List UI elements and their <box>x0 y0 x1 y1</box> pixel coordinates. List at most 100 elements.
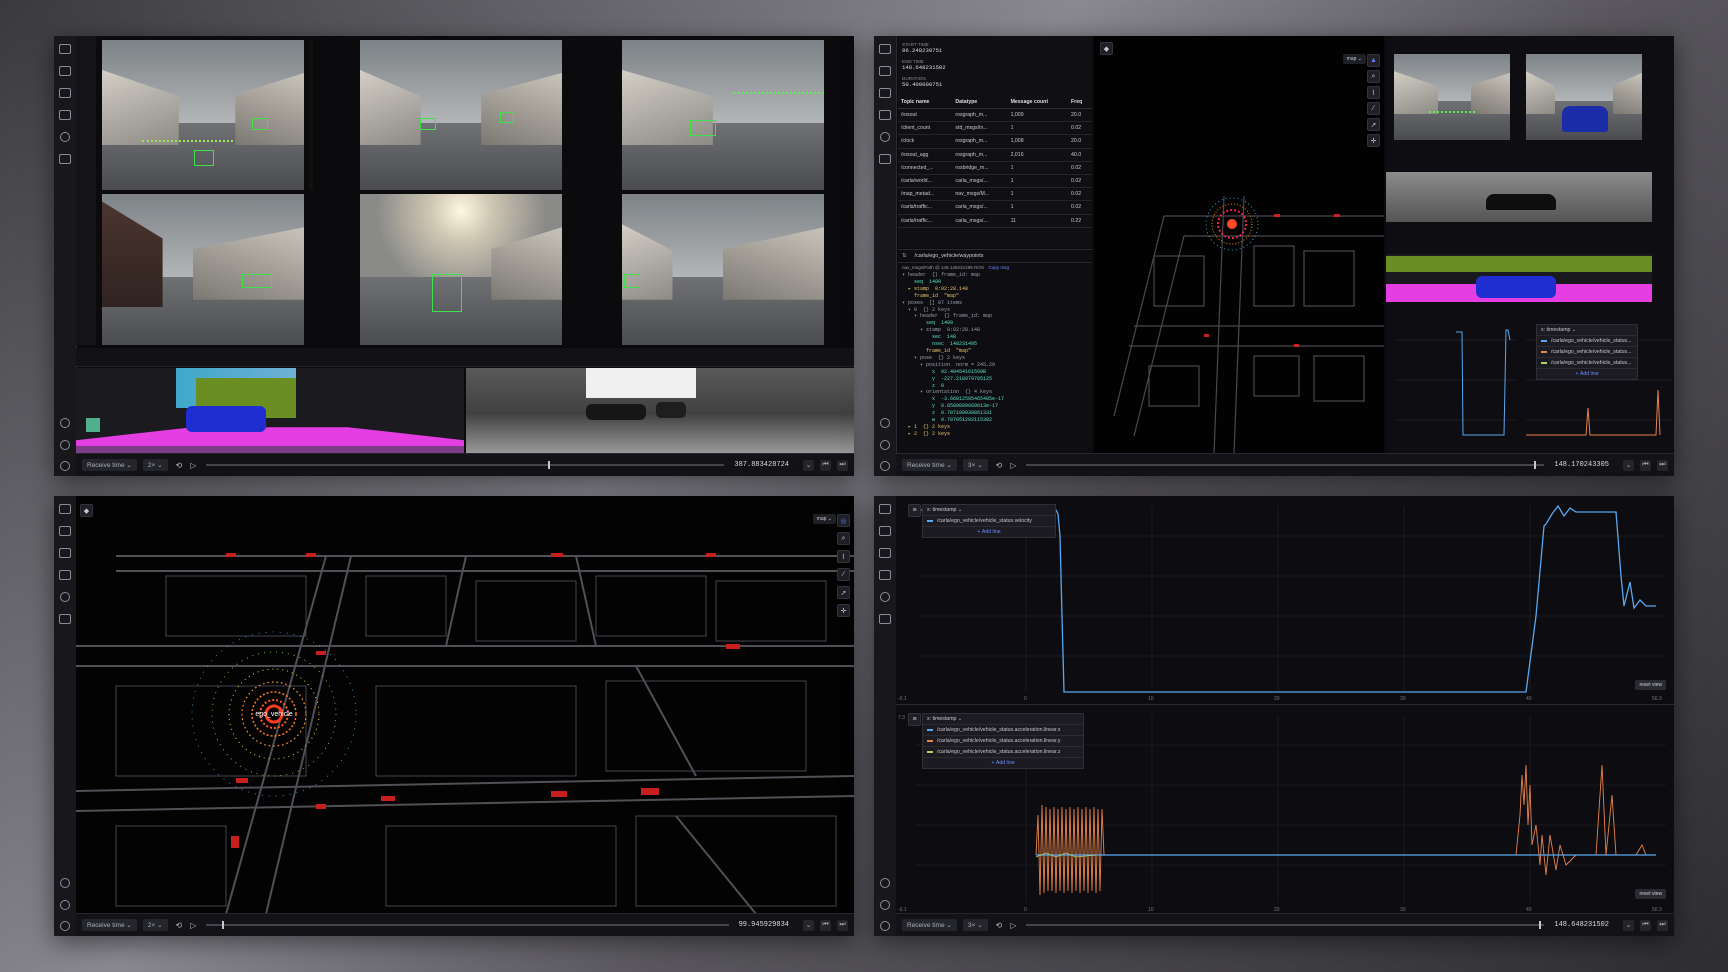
col-freq[interactable]: Freq <box>1068 96 1092 109</box>
settings-icon[interactable] <box>880 921 890 931</box>
variables-icon[interactable] <box>880 592 890 602</box>
tree-line[interactable]: z 0.707109030861331 <box>902 410 1088 417</box>
tree-line[interactable]: z 0 <box>902 383 1088 390</box>
more-icon[interactable]: ⌄ <box>803 919 814 931</box>
monitor-icon[interactable] <box>59 88 71 98</box>
x-axis-select[interactable]: x: timestamp ⌄ <box>923 505 1055 515</box>
tree-line[interactable]: seq 1400 <box>902 279 1088 286</box>
play-icon[interactable]: ▷ <box>1010 921 1016 930</box>
monitor-icon[interactable] <box>879 88 891 98</box>
loop-icon[interactable]: ⟲ <box>996 921 1003 930</box>
note-icon[interactable] <box>879 570 891 580</box>
ruler-icon[interactable]: ∕ <box>837 568 850 581</box>
panel-list-icon[interactable] <box>59 66 71 76</box>
time-source-select[interactable]: Receive time ⌄ <box>902 919 957 931</box>
table-row[interactable]: /carla/traffic... carla_msgs/... 1 0.02 <box>898 200 1092 215</box>
tree-line[interactable]: seq 1400 <box>902 320 1088 327</box>
seek-forward-icon[interactable]: ⏭ <box>1657 459 1668 471</box>
plot-menu-icon[interactable]: ≡ <box>908 713 921 726</box>
time-source-select[interactable]: Receive time ⌄ <box>82 459 137 471</box>
panel-layout-icon[interactable] <box>879 504 891 514</box>
legend-series[interactable]: /carla/ego_vehicle/vehicle_status... <box>1537 346 1637 357</box>
panel-list-icon[interactable] <box>59 526 71 536</box>
legend-series[interactable]: /carla/ego_vehicle/vehicle_status... <box>1537 335 1637 346</box>
monitor-icon[interactable] <box>59 548 71 558</box>
navigation-icon[interactable]: ◎ <box>837 514 850 527</box>
seek-back-icon[interactable]: ⏮ <box>1640 459 1651 471</box>
tree-line[interactable]: ▾ stamp 0:02:28.148 <box>902 327 1088 334</box>
extensions-icon[interactable] <box>879 154 891 164</box>
x-axis-select[interactable]: x: timestamp ⌄ <box>1537 325 1637 335</box>
panel-list-icon[interactable] <box>879 66 891 76</box>
seek-forward-icon[interactable]: ⏭ <box>837 919 848 931</box>
play-icon[interactable]: ▷ <box>190 921 196 930</box>
speed-select[interactable]: 2× ⌄ <box>142 459 168 471</box>
play-icon[interactable]: ▷ <box>190 461 196 470</box>
settings-icon[interactable] <box>60 461 70 471</box>
panel-list-icon[interactable] <box>879 526 891 536</box>
table-row[interactable]: /connected_... rosbridge_m... 1 0.02 <box>898 161 1092 175</box>
extensions-icon[interactable] <box>879 614 891 624</box>
publish-icon[interactable]: ✛ <box>837 604 850 617</box>
add-line-button[interactable]: + Add line <box>1537 368 1637 379</box>
help-icon[interactable] <box>60 418 70 428</box>
loop-icon[interactable]: ⟲ <box>176 461 183 470</box>
timeline-scrubber[interactable] <box>206 461 725 469</box>
panel-layout-icon[interactable] <box>59 44 71 54</box>
copy-msg-link[interactable]: Copy msg <box>988 265 1009 270</box>
seek-back-icon[interactable]: ⏮ <box>820 919 831 931</box>
note-icon[interactable] <box>879 110 891 120</box>
timeline-scrubber[interactable] <box>1026 461 1545 469</box>
seek-forward-icon[interactable]: ⏭ <box>837 459 848 471</box>
panel-layout-icon[interactable] <box>879 44 891 54</box>
measure-icon[interactable]: ⌇ <box>837 550 850 563</box>
more-icon[interactable]: ⌄ <box>1623 919 1634 931</box>
more-icon[interactable]: ⌄ <box>803 459 814 471</box>
user-icon[interactable] <box>60 900 70 910</box>
loop-icon[interactable]: ⟲ <box>996 461 1003 470</box>
tree-line[interactable]: y 8.8589889669613e-17 <box>902 403 1088 410</box>
3d-viewport[interactable]: ego_vehicle ◆ map ⌄ ◎ ⌕ ⌇ ∕ ➚ ✛ <box>76 496 854 914</box>
time-source-select[interactable]: Receive time ⌄ <box>82 919 137 931</box>
table-row[interactable]: /carla/world... carla_msgs/... 1 0.02 <box>898 174 1092 189</box>
tree-line[interactable]: ▾ poses [] 87 items <box>902 300 1088 307</box>
tree-line[interactable]: x -3.66812595465485e-17 <box>902 396 1088 403</box>
seek-back-icon[interactable]: ⏮ <box>1640 919 1651 931</box>
col-topic[interactable]: Topic name <box>898 96 953 109</box>
tree-line[interactable]: ▾ 0 {} 2 keys <box>902 307 1088 314</box>
legend-series[interactable]: /carla/ego_vehicle/vehicle_status... <box>1537 357 1637 368</box>
seek-back-icon[interactable]: ⏮ <box>820 459 831 471</box>
play-icon[interactable]: ▷ <box>1010 461 1016 470</box>
select-icon[interactable]: ➚ <box>837 586 850 599</box>
extensions-icon[interactable] <box>59 154 71 164</box>
legend-series[interactable]: /carla/ego_vehicle/vehicle_status.accele… <box>923 746 1083 757</box>
col-datatype[interactable]: Datatype <box>952 96 1008 109</box>
x-axis-select[interactable]: x: timestamp ⌄ <box>923 714 1083 724</box>
speed-select[interactable]: 3× ⌄ <box>962 919 988 931</box>
zoom-icon[interactable]: ⌕ <box>837 532 850 545</box>
speed-select[interactable]: 2× ⌄ <box>142 919 168 931</box>
tree-line[interactable]: ▸ stamp 0:02:28.148 <box>902 286 1088 293</box>
frame-select[interactable]: map ⌄ <box>812 514 836 524</box>
tree-line[interactable]: nsec 148231495 <box>902 341 1088 348</box>
tree-line[interactable]: ▸ 1 {} 2 keys <box>902 424 1088 431</box>
tree-line[interactable]: ▾ header {} frame_id: map <box>902 272 1088 279</box>
time-source-select[interactable]: Receive time ⌄ <box>902 459 957 471</box>
tree-line[interactable]: ▾ pose {} 2 keys <box>902 355 1088 362</box>
seek-forward-icon[interactable]: ⏭ <box>1657 919 1668 931</box>
table-row[interactable]: /map_metad... nav_msgs/M... 1 0.02 <box>898 187 1092 202</box>
plot-menu-icon[interactable]: ≡ <box>908 504 921 517</box>
tree-line[interactable]: frame_id "map" <box>902 348 1088 355</box>
settings-icon[interactable] <box>60 921 70 931</box>
tree-line[interactable]: ▾ orientation {} 4 keys <box>902 389 1088 396</box>
help-icon[interactable] <box>880 878 890 888</box>
variables-icon[interactable] <box>60 592 70 602</box>
settings-icon[interactable] <box>880 461 890 471</box>
panel-layout-icon[interactable] <box>59 504 71 514</box>
help-icon[interactable] <box>880 418 890 428</box>
tree-line[interactable]: ▾ position norm = 245.29 <box>902 362 1088 369</box>
legend-series[interactable]: /carla/ego_vehicle/vehicle_status.accele… <box>923 735 1083 746</box>
help-icon[interactable] <box>60 878 70 888</box>
note-icon[interactable] <box>59 570 71 580</box>
note-icon[interactable] <box>59 110 71 120</box>
